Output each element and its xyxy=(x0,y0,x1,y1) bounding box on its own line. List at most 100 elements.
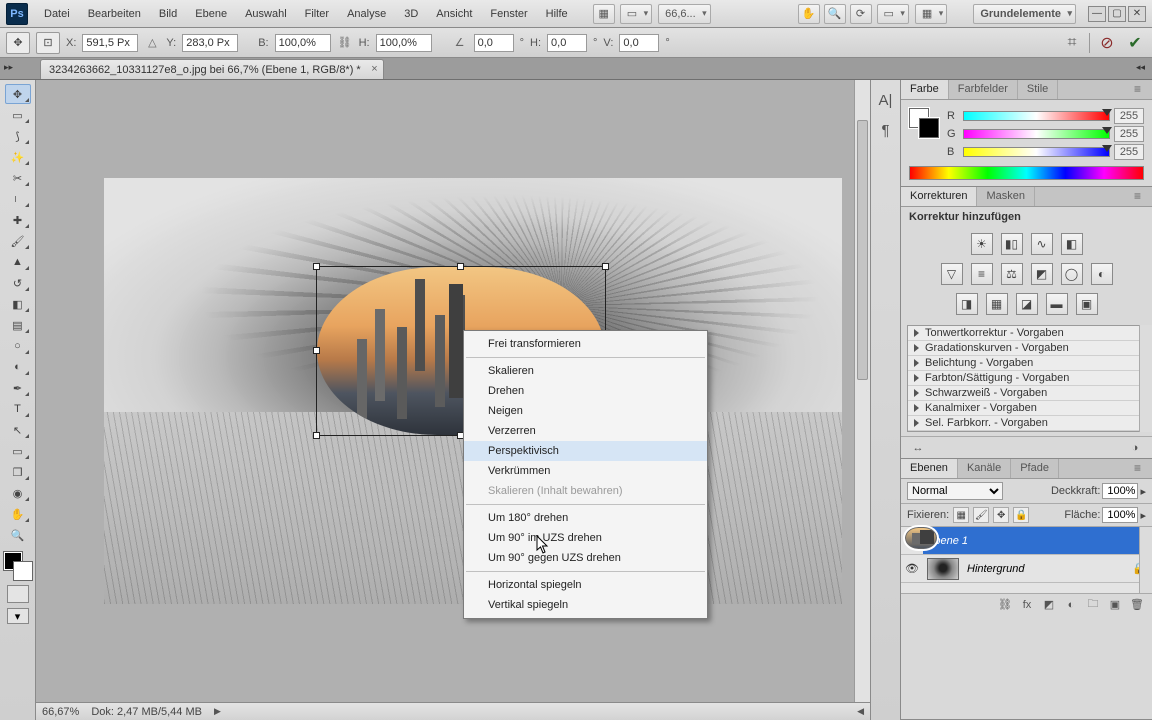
rotate-icon[interactable]: ⟳ xyxy=(850,4,872,24)
eraser-tool[interactable]: ◧ xyxy=(5,294,31,314)
adj-selectivecolor-icon[interactable]: ▣ xyxy=(1076,293,1098,315)
hand-icon[interactable]: ✋ xyxy=(798,4,820,24)
menu-bearbeiten[interactable]: Bearbeiten xyxy=(80,4,149,24)
ctx-skalieren[interactable]: Skalieren xyxy=(464,361,707,381)
lock-pixels-icon[interactable]: 🖌 xyxy=(973,507,989,523)
color-swatches[interactable] xyxy=(4,552,32,580)
document-tab[interactable]: 3234263662_10331127e8_o.jpg bei 66,7% (E… xyxy=(40,59,384,79)
layer-thumbnail[interactable] xyxy=(905,527,937,549)
angle-field[interactable] xyxy=(474,34,514,52)
panel-menu-icon[interactable]: ≡ xyxy=(1134,82,1150,96)
zoom-combo[interactable]: 66,6... xyxy=(658,4,711,24)
menu-bild[interactable]: Bild xyxy=(151,4,185,24)
brush-tool[interactable]: 🖌 xyxy=(5,231,31,251)
ctx-frei-transformieren[interactable]: Frei transformieren xyxy=(464,334,707,354)
menu-3d[interactable]: 3D xyxy=(396,4,426,24)
status-doc-size[interactable]: Dok: 2,47 MB/5,44 MB xyxy=(91,706,202,718)
skew-v-field[interactable] xyxy=(619,34,659,52)
crop-tool[interactable]: ✂ xyxy=(5,168,31,188)
stamp-tool[interactable]: ▲ xyxy=(5,252,31,272)
type-tool[interactable]: T xyxy=(5,399,31,419)
screen-mode-toggle[interactable]: ▾ xyxy=(7,608,29,624)
adj-gradientmap-icon[interactable]: ▬ xyxy=(1046,293,1068,315)
commit-transform-icon[interactable]: ✔ xyxy=(1124,32,1146,54)
eyedropper-tool[interactable]: ⃓ xyxy=(5,189,31,209)
menu-ebene[interactable]: Ebene xyxy=(187,4,235,24)
tab-farbfelder[interactable]: Farbfelder xyxy=(949,80,1018,99)
x-field[interactable] xyxy=(82,34,138,52)
preset-item[interactable]: Belichtung - Vorgaben xyxy=(908,356,1145,371)
tab-pfade[interactable]: Pfade xyxy=(1011,459,1059,478)
adj-posterize-icon[interactable]: ▦ xyxy=(986,293,1008,315)
tab-kanaele[interactable]: Kanäle xyxy=(958,459,1011,478)
r-value[interactable] xyxy=(1114,108,1144,124)
tab-masken[interactable]: Masken xyxy=(977,187,1035,206)
panel-color-swatches[interactable] xyxy=(909,108,939,138)
zoom-icon[interactable]: 🔍 xyxy=(824,4,846,24)
layer-row[interactable]: 👁 Hintergrund 🔒 xyxy=(901,555,1152,583)
preset-item[interactable]: Gradationskurven - Vorgaben xyxy=(908,341,1145,356)
paragraph-panel-icon[interactable]: ¶ xyxy=(876,120,896,140)
preset-item[interactable]: Sel. Farbkorr. - Vorgaben xyxy=(908,416,1145,431)
adj-clip-icon[interactable]: ◑ xyxy=(1126,440,1144,456)
layer-name[interactable]: Hintergrund xyxy=(963,563,1132,575)
transform-handle[interactable] xyxy=(602,263,609,270)
bridge-icon[interactable]: ▦ xyxy=(593,4,615,24)
transform-handle[interactable] xyxy=(313,432,320,439)
panel-menu-icon[interactable]: ≡ xyxy=(1134,189,1150,203)
quickmask-toggle[interactable] xyxy=(7,585,29,603)
menu-auswahl[interactable]: Auswahl xyxy=(237,4,295,24)
shape-tool[interactable]: ▭ xyxy=(5,441,31,461)
new-layer-icon[interactable]: ▣ xyxy=(1106,597,1124,613)
layer-mask-icon[interactable]: ◩ xyxy=(1040,597,1058,613)
hand-tool[interactable]: ✋ xyxy=(5,504,31,524)
pen-tool[interactable]: ✒ xyxy=(5,378,31,398)
3d-tool[interactable]: ❒ xyxy=(5,462,31,482)
move-tool[interactable]: ✥ xyxy=(5,84,31,104)
g-value[interactable] xyxy=(1114,126,1144,142)
status-arrow-icon[interactable]: ▶ xyxy=(214,706,221,717)
fill-arrow-icon[interactable]: ▸ xyxy=(1140,509,1146,522)
screen-mode-combo[interactable]: ▭ xyxy=(877,4,909,24)
character-panel-icon[interactable]: A| xyxy=(876,90,896,110)
ctx-drehen[interactable]: Drehen xyxy=(464,381,707,401)
adj-levels-icon[interactable]: ▮▯ xyxy=(1001,233,1023,255)
adj-bw-icon[interactable]: ◩ xyxy=(1031,263,1053,285)
b-value[interactable] xyxy=(1114,144,1144,160)
close-document-icon[interactable]: × xyxy=(371,63,377,75)
lock-all-icon[interactable]: 🔒 xyxy=(1013,507,1029,523)
preset-item[interactable]: Tonwertkorrektur - Vorgaben xyxy=(908,326,1145,341)
menu-ansicht[interactable]: Ansicht xyxy=(428,4,480,24)
marquee-tool[interactable]: ▭ xyxy=(5,105,31,125)
transform-tool-icon[interactable]: ✥ xyxy=(6,32,30,54)
layer-thumbnail[interactable] xyxy=(927,558,959,580)
history-brush-tool[interactable]: ↺ xyxy=(5,273,31,293)
window-minimize[interactable]: — xyxy=(1088,6,1106,22)
3d-camera-tool[interactable]: ◉ xyxy=(5,483,31,503)
menu-fenster[interactable]: Fenster xyxy=(482,4,535,24)
layer-visibility-icon[interactable]: 👁 xyxy=(901,562,923,575)
lasso-tool[interactable]: ⟆ xyxy=(5,126,31,146)
path-select-tool[interactable]: ↖ xyxy=(5,420,31,440)
preset-item[interactable]: Schwarzweiß - Vorgaben xyxy=(908,386,1145,401)
ctx-verkruemmen[interactable]: Verkrümmen xyxy=(464,461,707,481)
opacity-arrow-icon[interactable]: ▸ xyxy=(1140,485,1146,498)
menu-filter[interactable]: Filter xyxy=(297,4,337,24)
adj-brightness-icon[interactable]: ☀ xyxy=(971,233,993,255)
adj-exposure-icon[interactable]: ◧ xyxy=(1061,233,1083,255)
adjustment-layer-icon[interactable]: ◐ xyxy=(1062,597,1080,613)
ctx-horizontal-spiegeln[interactable]: Horizontal spiegeln xyxy=(464,575,707,595)
cancel-transform-icon[interactable]: ⊘ xyxy=(1096,32,1118,54)
adj-channelmixer-icon[interactable]: ◐ xyxy=(1091,263,1113,285)
layer-name[interactable]: Ebene 1 xyxy=(923,535,1152,547)
ctx-perspektivisch[interactable]: Perspektivisch xyxy=(464,441,707,461)
adj-threshold-icon[interactable]: ◪ xyxy=(1016,293,1038,315)
lock-position-icon[interactable]: ✥ xyxy=(993,507,1009,523)
extras-combo[interactable]: ▦ xyxy=(915,4,947,24)
status-zoom[interactable]: 66,67% xyxy=(42,706,79,718)
transform-handle[interactable] xyxy=(313,347,320,354)
tab-korrekturen[interactable]: Korrekturen xyxy=(901,187,977,206)
adj-photofilter-icon[interactable]: ◯ xyxy=(1061,263,1083,285)
adj-colorbalance-icon[interactable]: ⚖ xyxy=(1001,263,1023,285)
tab-farbe[interactable]: Farbe xyxy=(901,80,949,99)
